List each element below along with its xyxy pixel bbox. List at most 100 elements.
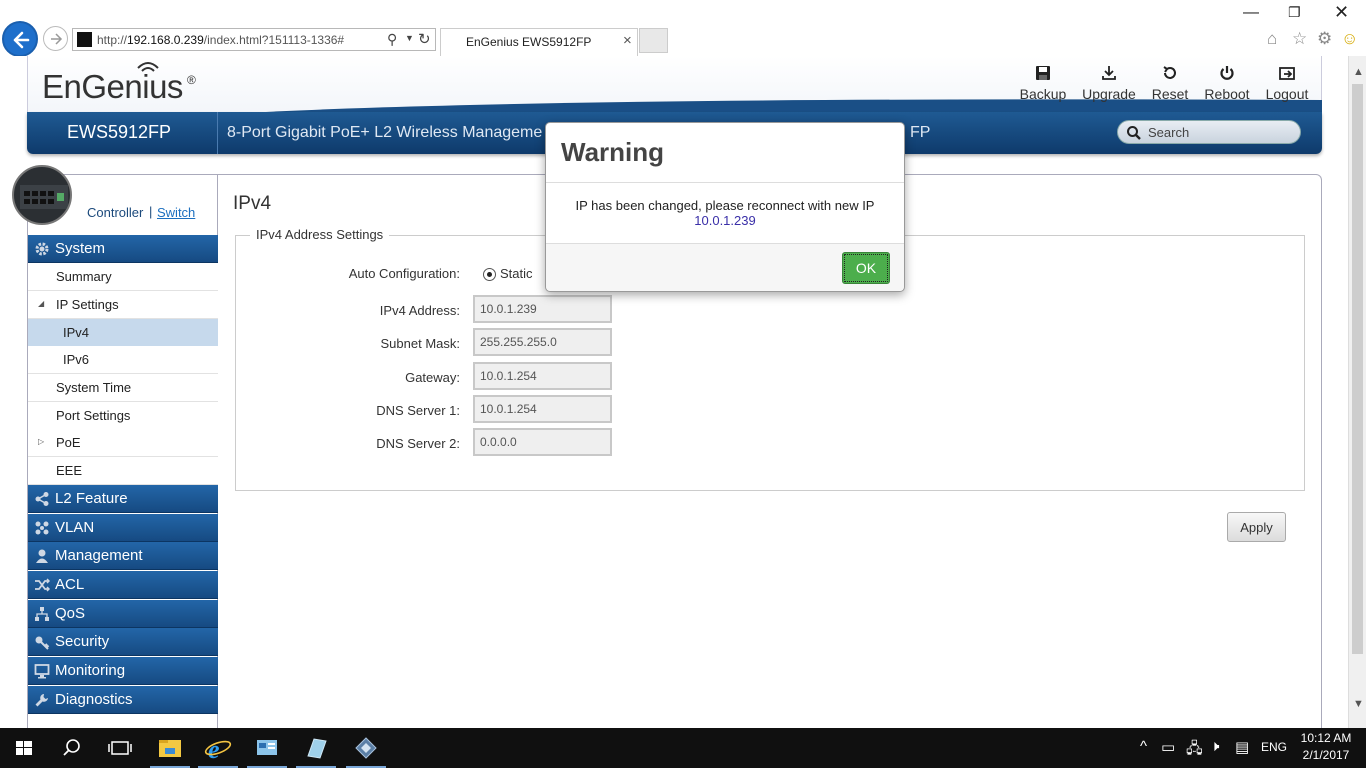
- subnet-mask-input[interactable]: [473, 328, 612, 356]
- browser-tab[interactable]: EnGenius EWS5912FP ×: [440, 28, 638, 56]
- key-icon: [35, 636, 50, 650]
- menu-monitoring[interactable]: Monitoring: [28, 657, 218, 685]
- dialog-new-ip: 10.0.1.239: [694, 213, 756, 228]
- action-center-icon[interactable]: ▤: [1235, 738, 1249, 756]
- search-input[interactable]: Search: [1117, 120, 1301, 144]
- dns-server-2-input[interactable]: [473, 428, 612, 456]
- network-tray-icon[interactable]: 🖧: [1186, 738, 1203, 763]
- menu-summary-label: Summary: [56, 269, 112, 284]
- close-tab-icon[interactable]: ×: [623, 32, 632, 49]
- menu-vlan[interactable]: VLAN: [28, 514, 218, 542]
- backup-button[interactable]: Backup: [1013, 64, 1073, 102]
- hierarchy-icon: [35, 607, 49, 621]
- menu-monitoring-label: Monitoring: [55, 662, 126, 679]
- new-tab-button[interactable]: [639, 28, 668, 53]
- monitor-icon: [34, 664, 50, 679]
- scroll-up-icon[interactable]: ▲: [1353, 66, 1364, 78]
- scroll-down-icon[interactable]: ▼: [1353, 698, 1364, 710]
- floppy-icon: [1013, 64, 1073, 86]
- menu-poe[interactable]: ▷ PoE: [28, 429, 218, 457]
- upgrade-button[interactable]: Upgrade: [1079, 64, 1139, 102]
- network-app-button[interactable]: [342, 728, 390, 768]
- menu-eee[interactable]: EEE: [28, 457, 218, 485]
- file-explorer-button[interactable]: [146, 728, 194, 768]
- control-panel-button[interactable]: [243, 728, 291, 768]
- task-view-button[interactable]: [96, 728, 144, 768]
- gateway-input[interactable]: [473, 362, 612, 390]
- menu-diagnostics[interactable]: Diagnostics: [28, 686, 218, 714]
- menu-management[interactable]: Management: [28, 542, 218, 570]
- model-description: 8-Port Gigabit PoE+ L2 Wireless Manageme: [227, 124, 543, 141]
- menu-security[interactable]: Security: [28, 628, 218, 656]
- menu-l2-feature[interactable]: L2 Feature: [28, 485, 218, 513]
- menu-port-settings[interactable]: Port Settings: [28, 402, 218, 430]
- battery-power-icon[interactable]: ▭: [1161, 738, 1175, 756]
- logout-button[interactable]: Logout: [1257, 64, 1317, 102]
- menu-system-time[interactable]: System Time: [28, 374, 218, 402]
- notepad-app-button[interactable]: [292, 728, 340, 768]
- reset-button[interactable]: Reset: [1140, 64, 1200, 102]
- menu-eee-label: EEE: [56, 463, 83, 478]
- switch-link[interactable]: Switch: [157, 205, 195, 220]
- address-url[interactable]: http://192.168.0.239/index.html?151113-1…: [97, 33, 344, 47]
- window-close-icon[interactable]: ✕: [1334, 2, 1349, 23]
- smiley-feedback-icon[interactable]: ☺: [1341, 29, 1358, 49]
- clock-date[interactable]: 2/1/2017: [1298, 748, 1354, 762]
- fieldset-legend: IPv4 Address Settings: [250, 227, 390, 242]
- menu-acl-label: ACL: [55, 576, 85, 593]
- gear-icon: [35, 242, 49, 256]
- internet-explorer-button[interactable]: e: [194, 728, 242, 768]
- link-separator: |: [149, 204, 153, 219]
- windows-taskbar: e ^ ▭ 🖧 🕨 ▤ ENG 10:12 AM 2/1/2017: [0, 728, 1366, 768]
- ok-button[interactable]: OK: [842, 252, 890, 284]
- address-bar[interactable]: http://192.168.0.239/index.html?151113-1…: [72, 28, 436, 51]
- site-favicon-icon: [77, 32, 92, 47]
- menu-ipv4[interactable]: IPv4: [28, 319, 218, 347]
- arrow-right-icon: [51, 33, 63, 45]
- settings-gear-icon[interactable]: ⚙: [1317, 29, 1332, 49]
- menu-system[interactable]: System: [28, 235, 218, 263]
- refresh-icon[interactable]: ↻: [418, 30, 431, 48]
- language-indicator[interactable]: ENG: [1261, 740, 1287, 754]
- menu-ipv6-label: IPv6: [63, 352, 90, 367]
- control-panel-icon: [257, 740, 277, 755]
- forward-button[interactable]: [43, 26, 68, 51]
- clock-time[interactable]: 10:12 AM: [1298, 731, 1354, 745]
- restore-icon[interactable]: ❐: [1288, 4, 1301, 21]
- home-icon[interactable]: ⌂: [1267, 29, 1277, 49]
- favorites-star-icon[interactable]: ☆: [1292, 29, 1307, 49]
- url-host: 192.168.0.239: [127, 33, 204, 47]
- share-icon: [35, 492, 49, 506]
- static-radio-label[interactable]: Static: [500, 266, 533, 281]
- warning-dialog: Warning IP has been changed, please reco…: [545, 122, 905, 292]
- ipv4-address-input[interactable]: [473, 295, 612, 323]
- back-button[interactable]: [2, 21, 38, 57]
- menu-ipv6[interactable]: IPv6: [28, 346, 218, 374]
- dns-server-1-input[interactable]: [473, 395, 612, 423]
- search-icon[interactable]: ⚲: [387, 31, 397, 48]
- menu-ip-settings[interactable]: ◢ IP Settings: [28, 291, 218, 319]
- volume-muted-icon[interactable]: 🕨: [1210, 738, 1219, 755]
- controller-link[interactable]: Controller: [87, 205, 143, 220]
- menu-acl[interactable]: ACL: [28, 571, 218, 599]
- menu-ipv4-label: IPv4: [63, 325, 90, 340]
- browser-toolbar: http://192.168.0.239/index.html?151113-1…: [0, 0, 1366, 57]
- folder-icon: [159, 740, 181, 757]
- dialog-message: IP has been changed, please reconnect wi…: [575, 198, 875, 213]
- static-radio[interactable]: [483, 268, 496, 281]
- chevron-down-icon[interactable]: ▼: [405, 33, 414, 43]
- page-scrollbar[interactable]: ▲ ▼: [1348, 56, 1366, 728]
- start-button[interactable]: [0, 728, 48, 768]
- windows-logo-icon: [16, 741, 32, 755]
- search-taskbar-button[interactable]: [48, 728, 96, 768]
- chevron-up-icon[interactable]: ^: [1140, 738, 1147, 755]
- menu-summary[interactable]: Summary: [28, 263, 218, 291]
- scrollbar-thumb[interactable]: [1352, 84, 1363, 654]
- logout-label: Logout: [1265, 86, 1309, 102]
- apply-button[interactable]: Apply: [1227, 512, 1286, 542]
- menu-qos[interactable]: QoS: [28, 600, 218, 628]
- menu-poe-label: PoE: [56, 435, 81, 450]
- triangle-right-icon: ▷: [38, 437, 45, 446]
- reboot-button[interactable]: Reboot: [1197, 64, 1257, 102]
- minimize-icon[interactable]: —: [1243, 4, 1259, 22]
